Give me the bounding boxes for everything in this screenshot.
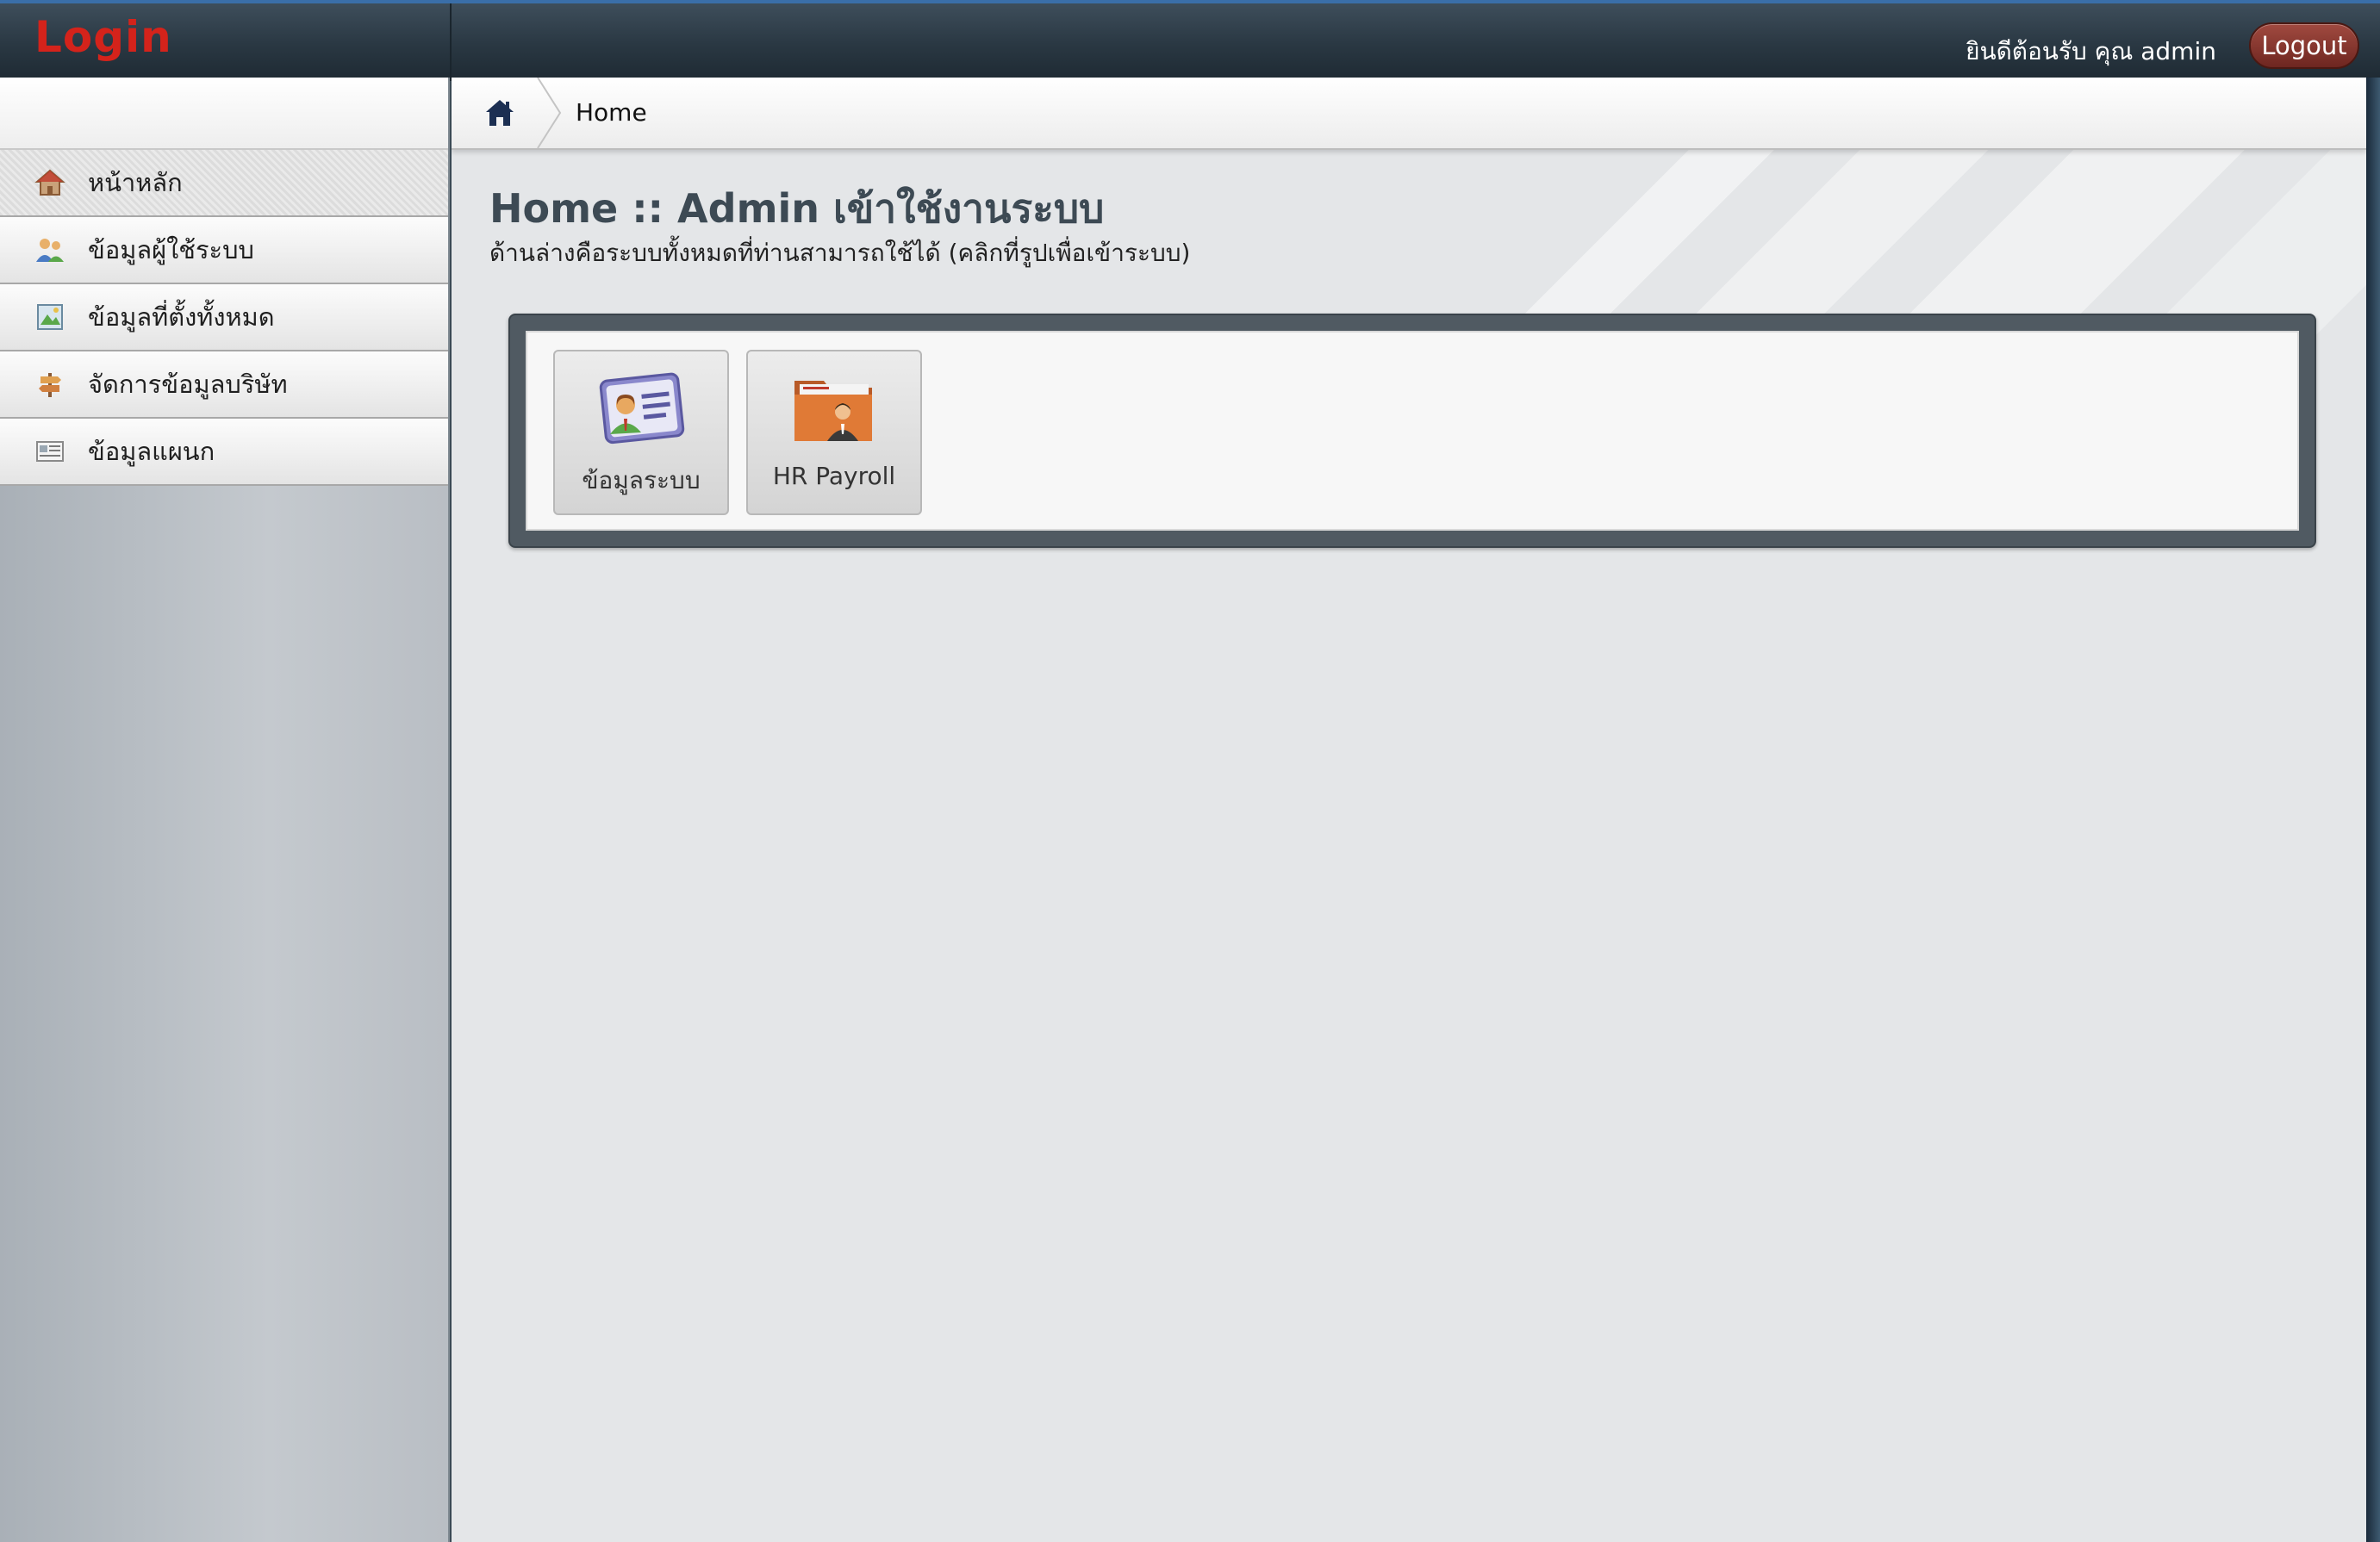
sidebar-top-bar xyxy=(0,78,448,150)
sidebar: หน้าหลัก ข้อมูลผู้ใช้ระบบ ข้อมูลที่ตั้งท… xyxy=(0,78,450,1542)
sidebar-item-label: ข้อมูลแผนก xyxy=(88,437,215,466)
page-title: Home :: Admin เข้าใช้งานระบบ xyxy=(489,185,1105,232)
apps-panel-inner: ข้อมูลระบบ HR Payroll xyxy=(526,331,2299,531)
app-label: HR Payroll xyxy=(772,462,896,490)
breadcrumb: Home xyxy=(452,78,2366,150)
window-edge xyxy=(2366,78,2380,1542)
page-subtitle: ด้านล่างคือระบบทั้งหมดที่ท่านสามารถใช้ได… xyxy=(489,239,1191,267)
app-logo[interactable]: Login xyxy=(34,12,172,62)
main-content: Home Home :: Admin เข้าใช้งานระบบ ด้านล่… xyxy=(452,78,2366,1542)
breadcrumb-separator xyxy=(537,78,562,148)
sidebar-item-label: ข้อมูลผู้ใช้ระบบ xyxy=(88,235,254,264)
logout-button[interactable]: Logout xyxy=(2249,22,2359,69)
sidebar-item-locations[interactable]: ข้อมูลที่ตั้งทั้งหมด xyxy=(0,284,448,351)
id-card-icon xyxy=(599,372,685,445)
home-icon xyxy=(486,100,514,126)
home-icon xyxy=(33,165,67,200)
sidebar-item-home[interactable]: หน้าหลัก xyxy=(0,150,448,217)
signpost-icon xyxy=(33,367,67,401)
sidebar-menu: หน้าหลัก ข้อมูลผู้ใช้ระบบ ข้อมูลที่ตั้งท… xyxy=(0,150,448,486)
welcome-text: ยินดีต้อนรับ คุณ admin xyxy=(1966,37,2216,65)
apps-panel: ข้อมูลระบบ HR Payroll xyxy=(508,314,2316,548)
sidebar-item-label: ข้อมูลที่ตั้งทั้งหมด xyxy=(88,302,275,332)
breadcrumb-current[interactable]: Home xyxy=(576,98,647,127)
users-icon xyxy=(33,233,67,267)
top-header: Login ยินดีต้อนรับ คุณ admin Logout xyxy=(0,0,2380,81)
sidebar-item-company[interactable]: จัดการข้อมูลบริษัท xyxy=(0,351,448,419)
map-icon xyxy=(33,300,67,334)
user-folder-icon xyxy=(794,381,872,441)
list-card-icon xyxy=(33,434,67,469)
app-tile-system-info[interactable]: ข้อมูลระบบ xyxy=(553,350,729,515)
sidebar-item-label: หน้าหลัก xyxy=(88,168,183,197)
sidebar-item-users[interactable]: ข้อมูลผู้ใช้ระบบ xyxy=(0,217,448,284)
header-divider xyxy=(450,3,452,81)
app-label: ข้อมูลระบบ xyxy=(582,466,701,494)
app-tile-hr-payroll[interactable]: HR Payroll xyxy=(746,350,922,515)
sidebar-item-departments[interactable]: ข้อมูลแผนก xyxy=(0,419,448,486)
sidebar-item-label: จัดการข้อมูลบริษัท xyxy=(88,370,288,399)
